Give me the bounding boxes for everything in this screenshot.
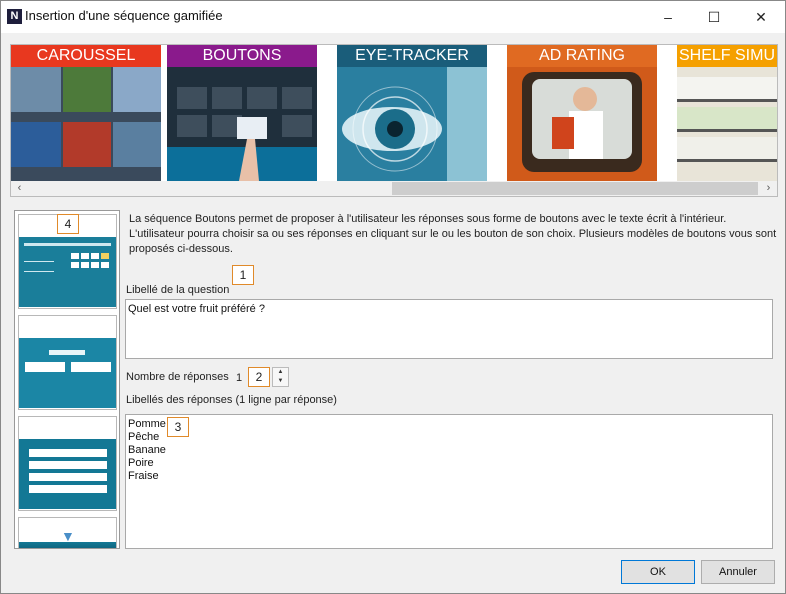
chevron-down-icon[interactable]: ▼: [273, 377, 288, 386]
boutons-image: [167, 67, 317, 181]
thumbnail-preview: [19, 338, 116, 408]
template-preview-image: [19, 338, 116, 408]
maximize-button[interactable]: ☐: [691, 1, 737, 33]
responses-textarea[interactable]: Pomme Pêche Banane Poire Fraise: [125, 414, 773, 549]
question-input[interactable]: Quel est votre fruit préféré ?: [125, 299, 773, 359]
template-preview-image: [19, 237, 116, 307]
responses-label: Libellés des réponses (1 ligne par répon…: [126, 394, 337, 406]
callout-2: 2: [248, 367, 270, 387]
responses-count-value[interactable]: 1: [236, 370, 248, 386]
tile-label: CAROUSSEL: [11, 45, 161, 67]
minimize-button[interactable]: –: [645, 1, 691, 33]
cancel-button[interactable]: Annuler: [701, 560, 775, 584]
shelf-simu-image: [677, 67, 777, 181]
tile-caroussel[interactable]: CAROUSSEL: [11, 45, 161, 181]
response-line: Banane: [128, 444, 166, 456]
close-button[interactable]: ✕: [738, 1, 784, 33]
ok-button[interactable]: OK: [621, 560, 695, 584]
template-thumbnail-3[interactable]: [18, 416, 117, 511]
window-title: Insertion d'une séquence gamifiée: [25, 8, 223, 23]
template-thumbnail-4[interactable]: ▼: [18, 517, 117, 548]
responses-count-stepper[interactable]: ▲ ▼: [272, 367, 289, 387]
sequence-description: La séquence Boutons permet de proposer à…: [129, 213, 777, 255]
response-line: Pêche: [128, 431, 160, 443]
callout-4: 4: [57, 214, 79, 234]
tile-label: EYE-TRACKER: [337, 45, 487, 67]
question-label: Libellé de la question: [126, 284, 230, 296]
response-line: Fraise: [128, 470, 159, 482]
template-preview-image: [19, 439, 116, 509]
title-bar: N Insertion d'une séquence gamifiée – ☐ …: [1, 1, 785, 33]
eye-tracker-image: [337, 67, 487, 181]
response-line: Pomme: [128, 418, 166, 430]
tile-ad-rating[interactable]: AD RATING: [507, 45, 657, 181]
template-thumbnail-2[interactable]: [18, 315, 117, 410]
thumbnail-preview: [19, 439, 116, 509]
app-icon: N: [7, 9, 22, 24]
tile-label: AD RATING: [507, 45, 657, 67]
responses-count-label: Nombre de réponses: [126, 371, 229, 383]
callout-1: 1: [232, 265, 254, 285]
tile-eye-tracker[interactable]: EYE-TRACKER: [337, 45, 487, 181]
template-thumbnail-list: ▼: [14, 210, 120, 549]
scroll-left-icon[interactable]: ‹: [11, 181, 28, 196]
tile-shelf-simu[interactable]: SHELF SIMU: [677, 45, 777, 181]
caroussel-image: [11, 67, 161, 181]
callout-3: 3: [167, 417, 189, 437]
thumbnail-preview: [19, 542, 116, 548]
gallery-scrollbar[interactable]: ‹ ›: [11, 181, 777, 196]
sequence-gallery: CAROUSSEL BOUTONS EYE-TRACKER AD RATING …: [10, 44, 778, 197]
scrollbar-thumb[interactable]: [392, 182, 758, 195]
ad-rating-image: [507, 67, 657, 181]
scroll-right-icon[interactable]: ›: [760, 181, 777, 196]
response-line: Poire: [128, 457, 154, 469]
tile-label: SHELF SIMU: [677, 45, 777, 67]
thumbnail-preview: [19, 237, 116, 307]
tile-label: BOUTONS: [167, 45, 317, 67]
tile-boutons[interactable]: BOUTONS: [167, 45, 317, 181]
dialog-window: N Insertion d'une séquence gamifiée – ☐ …: [0, 0, 786, 594]
chevron-up-icon[interactable]: ▲: [273, 368, 288, 377]
